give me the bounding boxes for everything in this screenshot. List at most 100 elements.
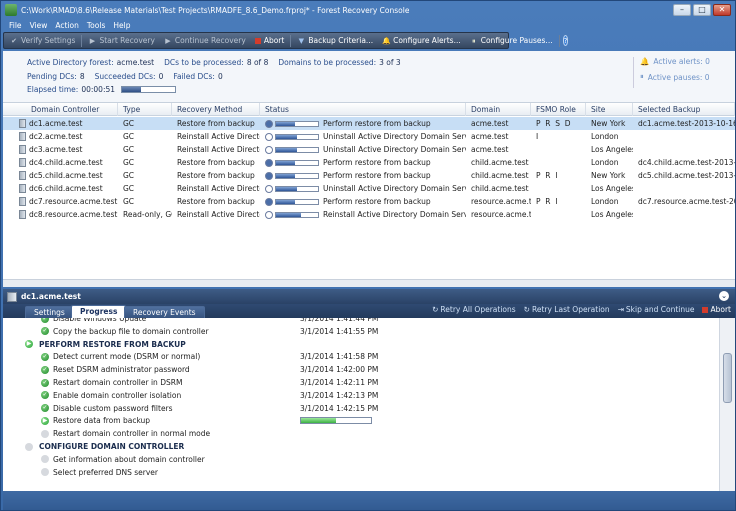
table-row[interactable]: dc5.child.acme.test GC Restore from backup… [3, 169, 735, 182]
menu-tools[interactable]: Tools [87, 21, 105, 30]
check-icon: ✓ [41, 404, 49, 413]
table-row[interactable]: dc3.acme.test GC Reinstall Active Director… [3, 143, 735, 156]
server-icon [7, 291, 17, 302]
tab-progress[interactable]: Progress [71, 305, 127, 318]
skip-continue-button[interactable]: ⇥ Skip and Continue [618, 305, 695, 314]
step-time: 3/1/2014 1:41:55 PM [300, 326, 379, 336]
check-icon: ✔ [11, 36, 17, 45]
cell-domain: child.acme.test [471, 171, 529, 180]
skip-icon: ⇥ [617, 305, 624, 314]
column-recovery-method[interactable]: Recovery Method [172, 103, 260, 116]
grid-horizontal-scrollbar[interactable] [3, 279, 735, 287]
column-domain-controller[interactable]: Domain Controller [3, 103, 118, 116]
cell-type: GC [123, 145, 135, 154]
progress-vertical-scrollbar[interactable] [719, 318, 735, 491]
retry-last-button[interactable]: ↻ Retry Last Operation [524, 305, 610, 314]
column-selected-backup[interactable]: Selected Backup [633, 103, 735, 116]
running-icon [265, 171, 273, 180]
cell-type: GC [123, 171, 135, 180]
status-progress-bar [275, 120, 319, 127]
progress-step: ✓ Copy the backup file to domain controll… [3, 325, 719, 338]
check-icon: ✓ [41, 327, 49, 336]
check-icon: ✓ [41, 391, 49, 400]
step-text: Enable domain controller isolation [53, 390, 182, 400]
title-bar[interactable]: C:\Work\RMAD\8.6\Release Materials\Test … [1, 1, 735, 19]
table-row[interactable]: dc1.acme.test GC Restore from backup Perfor… [3, 117, 735, 130]
running-icon [265, 158, 273, 167]
step-text: Restore data from backup [53, 416, 151, 426]
minimize-button[interactable]: – [673, 4, 691, 16]
column-site[interactable]: Site [586, 103, 633, 116]
window-title: C:\Work\RMAD\8.6\Release Materials\Test … [21, 5, 410, 15]
bell-icon: 🔔 [640, 57, 650, 66]
tab-settings[interactable]: Settings [25, 306, 74, 318]
cell-dc: dc1.acme.test [29, 119, 83, 128]
cell-domain: resource.acme.test [471, 197, 531, 206]
cell-backup: dc7.resource.acme.test-201 [638, 197, 735, 206]
tab-recovery-events[interactable]: Recovery Events [124, 306, 205, 318]
cell-status: Perform restore from backup [323, 171, 431, 180]
column-status[interactable]: Status [260, 103, 466, 116]
cell-method: Reinstall Active Directory [177, 210, 260, 219]
check-icon: ✓ [41, 352, 49, 361]
cell-site: London [591, 158, 619, 167]
cell-backup: dc5.child.acme.test-2013-10- [638, 171, 735, 180]
detail-abort-button[interactable]: Abort [702, 305, 731, 314]
active-alerts-link[interactable]: 🔔 Active alerts: 0 [640, 57, 710, 66]
continue-recovery-button[interactable]: ▶ Continue Recovery [161, 33, 249, 48]
maximize-button[interactable]: □ [693, 4, 711, 16]
active-pauses-link[interactable]: ⏸ Active pauses: 0 [640, 72, 710, 82]
menu-action[interactable]: Action [55, 21, 79, 30]
menu-help[interactable]: Help [113, 21, 130, 30]
step-text: Select preferred DNS server [53, 467, 158, 477]
cell-type: GC [123, 158, 135, 167]
cell-dc: dc4.child.acme.test [29, 158, 103, 167]
table-row[interactable]: dc8.resource.acme.test Read-only, GC Reins… [3, 208, 735, 221]
column-fsmo-role[interactable]: FSMO Role [531, 103, 586, 116]
server-icon [19, 145, 26, 154]
server-icon [19, 197, 26, 206]
collapse-icon[interactable]: ⌄ [719, 291, 729, 301]
detail-header: dc1.acme.test ⌄ [3, 289, 735, 304]
cell-domain: acme.test [471, 119, 509, 128]
forest-value: acme.test [116, 58, 155, 67]
column-type[interactable]: Type [118, 103, 172, 116]
cell-method: Reinstall Active Directory [177, 184, 260, 193]
toolbar: ✔ Verify Settings ▶ Start Recovery ▶ Contin… [3, 32, 569, 49]
progress-section-header: CONFIGURE DOMAIN CONTROLLER [3, 440, 719, 453]
table-row[interactable]: dc7.resource.acme.test GC Restore from bac… [3, 195, 735, 208]
server-icon [19, 158, 26, 167]
cell-domain: resource.acme.test [471, 210, 531, 219]
clock-icon [265, 210, 273, 219]
table-row[interactable]: dc2.acme.test GC Reinstall Active Director… [3, 130, 735, 143]
start-recovery-button[interactable]: ▶ Start Recovery [85, 33, 157, 48]
abort-button[interactable]: Abort [252, 33, 288, 48]
menu-view[interactable]: View [30, 21, 48, 30]
check-icon: ✓ [41, 365, 49, 374]
column-domain[interactable]: Domain [466, 103, 531, 116]
grid-header: Domain Controller Type Recovery Method S… [3, 103, 735, 116]
elapsed-value: 00:00:51 [81, 85, 116, 94]
verify-settings-button[interactable]: ✔ Verify Settings [7, 33, 78, 48]
cell-site: London [591, 197, 619, 206]
progress-step: Restart domain controller in normal mode [3, 427, 719, 440]
retry-icon: ↻ [523, 305, 530, 314]
status-progress-bar [275, 133, 319, 140]
help-icon[interactable]: ? [562, 35, 569, 46]
server-icon [19, 171, 26, 180]
table-row[interactable]: dc4.child.acme.test GC Restore from backup… [3, 156, 735, 169]
table-row[interactable]: dc6.child.acme.test GC Reinstall Active Di… [3, 182, 735, 195]
configure-alerts-button[interactable]: 🔔 Configure Alerts... [379, 33, 464, 48]
close-button[interactable]: ✕ [713, 4, 731, 16]
failed-label: Failed DCs: [173, 72, 215, 81]
backup-criteria-button[interactable]: ▼ Backup Criteria... [294, 33, 376, 48]
cell-method: Reinstall Active Directory [177, 145, 260, 154]
retry-all-button[interactable]: ↻ Retry All Operations [432, 305, 516, 314]
scroll-thumb[interactable] [723, 353, 732, 403]
detail-tabs: Settings Progress Recovery Events ↻ Retry… [3, 304, 735, 318]
succeeded-value: 0 [158, 72, 164, 81]
configure-pauses-button[interactable]: ⏸ Configure Pauses... [467, 33, 556, 48]
running-icon [265, 197, 273, 206]
menu-file[interactable]: File [9, 21, 22, 30]
cell-status: Uninstall Active Directory Domain Servic… [323, 132, 466, 141]
